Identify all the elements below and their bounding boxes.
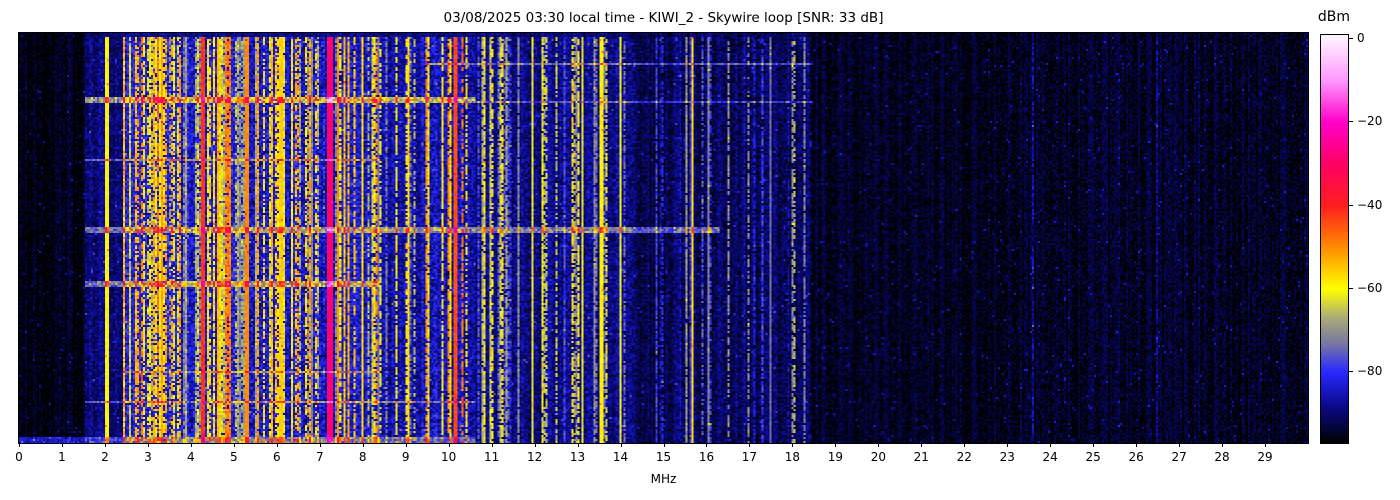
colorbar-tick: [1349, 288, 1353, 289]
x-axis-tick: [620, 443, 622, 447]
x-axis-tick: [276, 443, 278, 447]
x-axis-tick-label: 7: [315, 450, 324, 464]
x-axis-tick: [405, 443, 407, 447]
plot-title: 03/08/2025 03:30 local time - KIWI_2 - S…: [443, 10, 884, 26]
x-axis-tick: [61, 443, 63, 447]
x-axis-tick-label: 24: [1042, 450, 1058, 464]
x-axis-tick: [1222, 443, 1224, 447]
x-axis-tick: [1050, 443, 1052, 447]
x-axis-tick: [921, 443, 923, 447]
colorbar-tick: [1349, 121, 1353, 123]
x-axis-tick-label: 28: [1214, 450, 1230, 464]
x-axis-tick-label: 12: [526, 450, 543, 464]
colorbar-label: dBm: [1317, 9, 1351, 25]
x-axis-tick-label: 0: [15, 450, 23, 464]
x-axis-tick: [663, 443, 665, 447]
x-axis-tick: [147, 443, 149, 447]
x-axis-tick-label: 15: [655, 450, 672, 464]
x-axis-tick-label: 27: [1171, 450, 1187, 464]
x-axis-label: MHz: [650, 472, 677, 486]
x-axis-tick: [319, 443, 321, 447]
x-axis-tick: [1007, 443, 1009, 447]
x-axis-tick-label: 18: [784, 450, 801, 464]
x-axis-tick: [233, 443, 235, 447]
plot-area: [18, 32, 1309, 444]
x-axis-tick: [1179, 443, 1181, 447]
x-axis-tick-label: 3: [144, 450, 152, 464]
x-axis-tick-label: 26: [1128, 450, 1144, 464]
x-axis-tick-label: 1: [58, 450, 66, 464]
colorbar-tick-label: −20: [1357, 114, 1383, 129]
colorbar-tick-label: −60: [1357, 281, 1383, 295]
x-axis-tick: [362, 443, 364, 447]
waterfall-figure: 03/08/2025 03:30 local time - KIWI_2 - S…: [0, 0, 1400, 500]
x-axis-tick: [792, 443, 794, 447]
x-axis-tick: [835, 443, 837, 447]
x-axis-tick: [448, 443, 450, 447]
x-axis-tick: [1136, 443, 1138, 447]
x-axis-tick: [878, 443, 880, 447]
x-axis-tick-label: 19: [827, 450, 843, 464]
colorbar-tick-label: −40: [1357, 197, 1383, 212]
x-axis-tick-label: 29: [1257, 450, 1273, 464]
x-axis-tick: [190, 443, 192, 447]
colorbar-tick-label: −80: [1357, 364, 1383, 379]
x-axis-tick-label: 4: [187, 450, 195, 464]
spectrogram-waterfall-image: [19, 33, 1308, 443]
colorbar-ticks: 0 −20 −40 −60 −80: [1349, 31, 1399, 442]
x-axis-tick-label: 11: [483, 450, 500, 464]
x-axis-tick-label: 23: [999, 450, 1015, 464]
x-axis-tick-label: 10: [441, 450, 457, 464]
x-axis-tick-label: 5: [230, 450, 238, 464]
x-axis-tick: [1093, 443, 1095, 447]
colorbar-tick: [1349, 204, 1353, 206]
x-axis-tick: [491, 443, 493, 447]
x-axis-tick-label: 2: [101, 450, 109, 464]
colorbar-tick: [1349, 38, 1353, 40]
x-axis-tick-label: 22: [956, 450, 972, 464]
x-axis-tick: [1265, 443, 1267, 447]
x-axis-tick-label: 21: [913, 450, 929, 464]
x-axis-tick-label: 9: [401, 450, 410, 464]
x-axis-tick-label: 25: [1085, 450, 1101, 464]
x-axis-tick: [749, 443, 751, 447]
x-axis-tick-label: 16: [698, 450, 715, 464]
x-axis-tick-label: 13: [569, 450, 586, 464]
colorbar-tick-label: 0: [1357, 31, 1365, 46]
x-axis-tick-label: 17: [741, 450, 758, 464]
x-axis-tick-label: 20: [870, 450, 886, 464]
x-axis-tick-label: 14: [612, 450, 629, 464]
x-axis-tick-label: 8: [358, 450, 367, 464]
x-axis-tick: [964, 443, 966, 447]
x-axis-tick: [577, 443, 579, 447]
colorbar: [1320, 34, 1349, 444]
x-axis-tick: [19, 443, 20, 447]
x-axis-tick: [534, 443, 536, 447]
x-axis-tick: [706, 443, 708, 447]
x-axis-tick: [104, 443, 106, 447]
colorbar-tick: [1349, 371, 1353, 373]
x-axis-tick-label: 6: [272, 450, 281, 464]
